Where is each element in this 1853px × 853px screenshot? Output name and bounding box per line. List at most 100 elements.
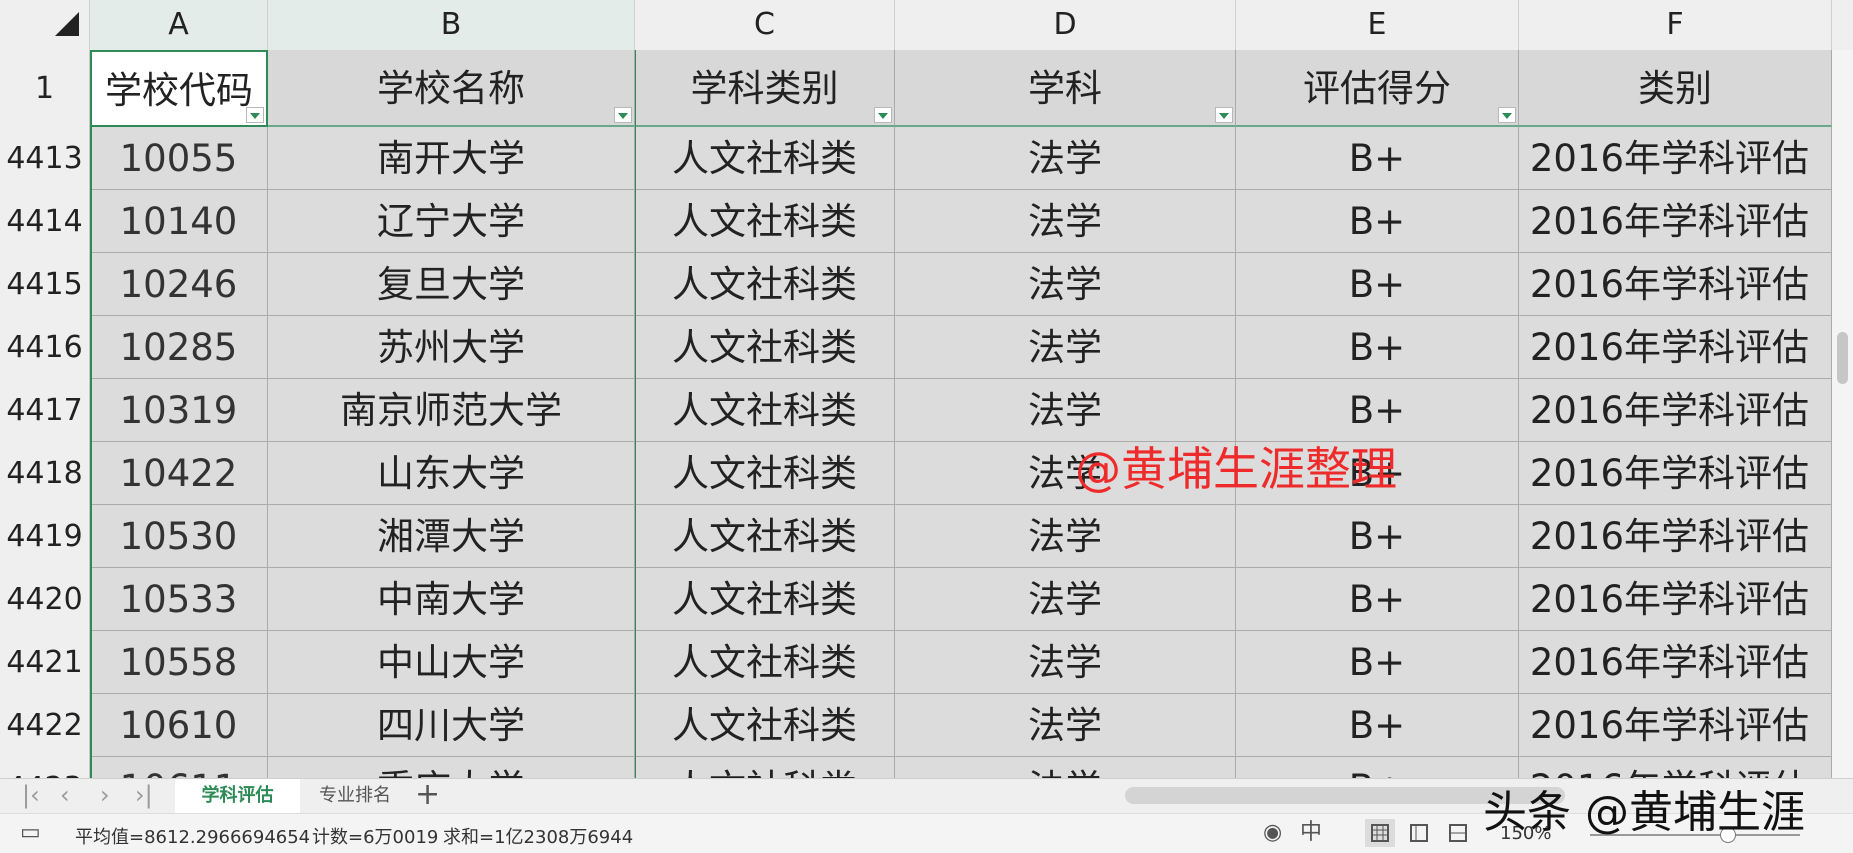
cell-school-code[interactable]: 10246 [90,253,268,316]
cell-discipline[interactable]: 法学 [895,127,1236,190]
first-sheet-icon[interactable]: |‹ [22,782,40,808]
vertical-scroll-thumb[interactable] [1837,332,1848,384]
tab-学科评估[interactable]: 学科评估 [175,779,300,813]
eye-protection-icon[interactable]: ◉ [1263,822,1282,844]
cell-school-code[interactable]: 10610 [90,694,268,757]
cell-score[interactable]: B+ [1236,757,1519,778]
cell-school-name[interactable]: 四川大学 [268,694,635,757]
add-sheet-button[interactable]: + [415,779,440,811]
column-header-A[interactable]: A [90,0,268,50]
column-header-D[interactable]: D [895,0,1236,50]
cell-school-name[interactable]: 重庆大学 [268,757,635,778]
row-number[interactable]: 4420 [0,568,90,631]
cell-discipline[interactable]: 法学 [895,757,1236,778]
cell-category[interactable]: 2016年学科评估 [1519,694,1832,757]
cell-category[interactable]: 2016年学科评估 [1519,631,1832,694]
cell-school-code[interactable]: 10285 [90,316,268,379]
cell-category[interactable]: 2016年学科评估 [1519,757,1832,778]
cell-discipline[interactable]: 法学 [895,694,1236,757]
cell-category[interactable]: 2016年学科评估 [1519,442,1832,505]
cell-school-code[interactable]: 10611 [90,757,268,778]
row-number[interactable]: 4414 [0,190,90,253]
input-method-icon[interactable]: 中 [1300,822,1322,844]
row-number[interactable]: 4417 [0,379,90,442]
row-number[interactable]: 4415 [0,253,90,316]
cell-discipline-category[interactable]: 人文社科类 [635,379,895,442]
page-break-button[interactable] [1443,819,1473,847]
cell-school-code[interactable]: 10422 [90,442,268,505]
cell-score[interactable]: B+ [1236,568,1519,631]
cell-score[interactable]: B+ [1236,631,1519,694]
tab-专业排名[interactable]: 专业排名 [300,779,410,813]
cell-score[interactable]: B+ [1236,694,1519,757]
column-header-F[interactable]: F [1519,0,1832,50]
row-number[interactable]: 4418 [0,442,90,505]
row-number[interactable]: 4423 [0,757,90,778]
cell-school-name[interactable]: 南京师范大学 [268,379,635,442]
filter-dropdown-icon[interactable] [874,107,892,123]
cell-category[interactable]: 2016年学科评估 [1519,379,1832,442]
column-header-B[interactable]: B [268,0,635,50]
cell-score[interactable]: B+ [1236,127,1519,190]
cell-discipline[interactable]: 法学 [895,568,1236,631]
cell-discipline-category[interactable]: 人文社科类 [635,694,895,757]
cell-school-code[interactable]: 10530 [90,505,268,568]
cell-discipline[interactable]: 法学 [895,505,1236,568]
cell-discipline-category[interactable]: 人文社科类 [635,505,895,568]
header-cell[interactable]: 学科 [895,50,1236,127]
cell-school-name[interactable]: 山东大学 [268,442,635,505]
column-header-E[interactable]: E [1236,0,1519,50]
cell-discipline-category[interactable]: 人文社科类 [635,568,895,631]
cell-discipline-category[interactable]: 人文社科类 [635,316,895,379]
last-sheet-icon[interactable]: ›| [135,782,153,808]
header-cell[interactable]: 学校代码 [90,50,268,127]
select-all-corner[interactable] [0,0,90,50]
cell-discipline-category[interactable]: 人文社科类 [635,442,895,505]
cell-school-name[interactable]: 复旦大学 [268,253,635,316]
cell-discipline-category[interactable]: 人文社科类 [635,127,895,190]
page-layout-button[interactable] [1404,819,1434,847]
cell-school-name[interactable]: 苏州大学 [268,316,635,379]
cell-discipline-category[interactable]: 人文社科类 [635,631,895,694]
cell-school-name[interactable]: 中山大学 [268,631,635,694]
cell-school-code[interactable]: 10533 [90,568,268,631]
cell-school-name[interactable]: 辽宁大学 [268,190,635,253]
row-number[interactable]: 4413 [0,127,90,190]
row-number[interactable]: 4416 [0,316,90,379]
cell-category[interactable]: 2016年学科评估 [1519,253,1832,316]
cell-category[interactable]: 2016年学科评估 [1519,316,1832,379]
row-number[interactable]: 4419 [0,505,90,568]
cell-discipline[interactable]: 法学 [895,631,1236,694]
cell-discipline-category[interactable]: 人文社科类 [635,253,895,316]
cell-school-code[interactable]: 10558 [90,631,268,694]
row-number[interactable]: 4421 [0,631,90,694]
cell-category[interactable]: 2016年学科评估 [1519,190,1832,253]
header-cell[interactable]: 评估得分 [1236,50,1519,127]
cell-discipline[interactable]: 法学 [895,253,1236,316]
cell-school-code[interactable]: 10055 [90,127,268,190]
cell-score[interactable]: B+ [1236,505,1519,568]
column-header-C[interactable]: C [635,0,895,50]
cell-score[interactable]: B+ [1236,190,1519,253]
cell-category[interactable]: 2016年学科评估 [1519,127,1832,190]
cell-discipline[interactable]: 法学 [895,190,1236,253]
cell-discipline[interactable]: 法学 [895,316,1236,379]
row-number[interactable]: 1 [0,50,90,127]
header-cell[interactable]: 学校名称 [268,50,635,127]
vertical-scrollbar[interactable] [1832,50,1853,778]
cell-school-code[interactable]: 10140 [90,190,268,253]
macro-icon[interactable]: ▭ [20,822,41,844]
cell-category[interactable]: 2016年学科评估 [1519,568,1832,631]
cell-score[interactable]: B+ [1236,316,1519,379]
next-sheet-icon[interactable]: › [100,782,110,808]
filter-dropdown-icon[interactable] [246,107,264,123]
cell-discipline-category[interactable]: 人文社科类 [635,757,895,778]
filter-dropdown-icon[interactable] [1498,107,1516,123]
cell-school-name[interactable]: 中南大学 [268,568,635,631]
cell-school-code[interactable]: 10319 [90,379,268,442]
normal-view-button[interactable] [1365,819,1395,847]
header-cell[interactable]: 学科类别 [635,50,895,127]
cell-score[interactable]: B+ [1236,253,1519,316]
filter-dropdown-icon[interactable] [614,107,632,123]
header-cell[interactable]: 类别 [1519,50,1832,127]
